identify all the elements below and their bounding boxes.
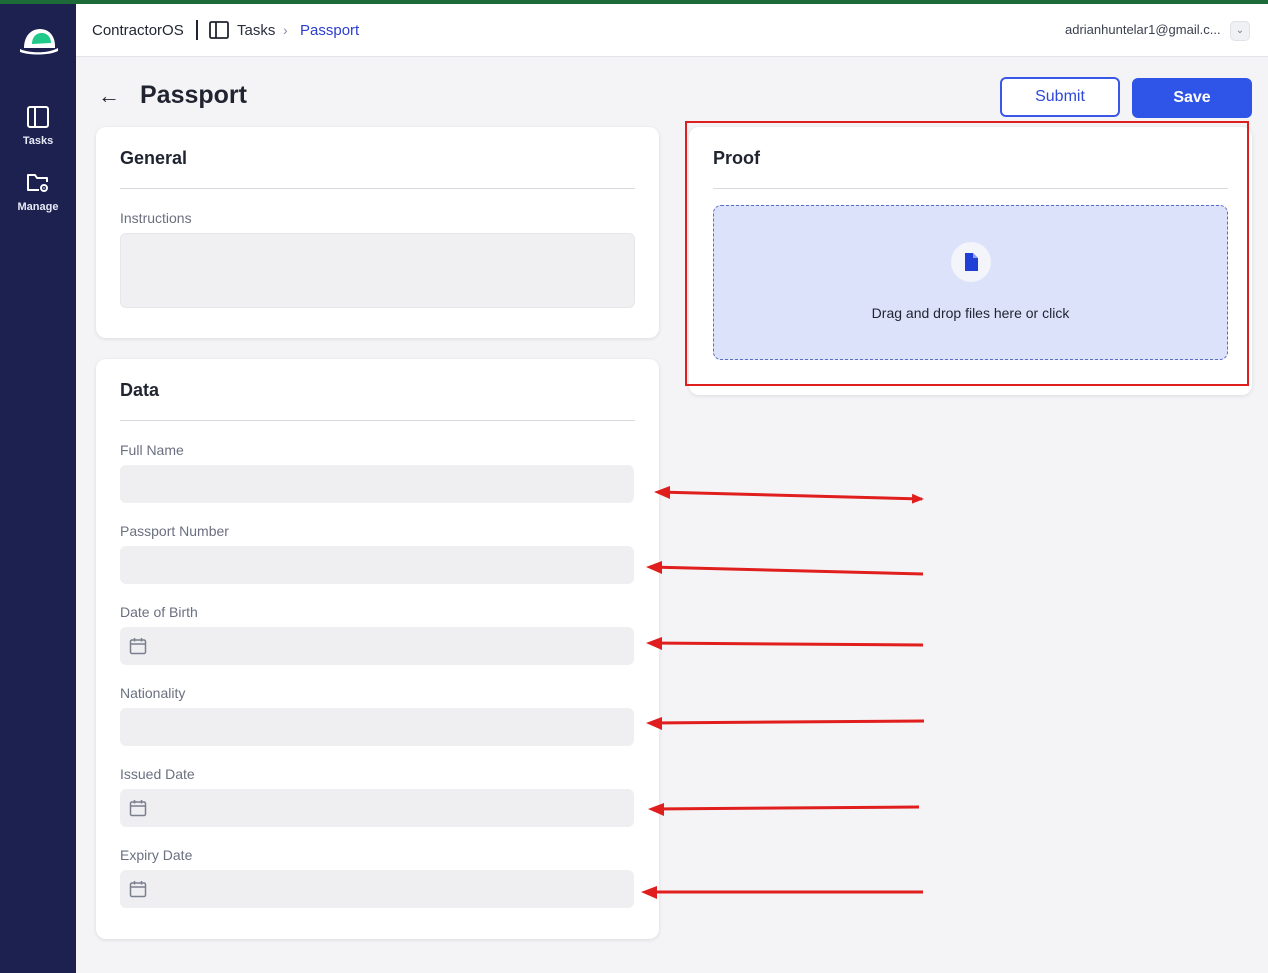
back-arrow-icon[interactable]: ←	[98, 84, 120, 108]
folder-settings-icon	[27, 174, 48, 192]
annotation-arrow	[649, 719, 925, 725]
calendar-icon[interactable]	[129, 637, 147, 655]
sidebar-item-label: Tasks	[22, 135, 54, 147]
divider	[120, 420, 635, 421]
annotation-arrow	[657, 490, 924, 504]
page-title: Passport	[140, 81, 247, 109]
annotation-arrow	[649, 565, 924, 576]
proof-card-title: Proof	[713, 148, 760, 168]
proof-card: Proof Drag and drop files here or click	[689, 127, 1252, 395]
annotation-arrow	[651, 805, 920, 811]
data-card: Data Full Name Passport Number Date of B…	[96, 359, 659, 939]
calendar-icon[interactable]	[129, 799, 147, 817]
passport-number-field[interactable]	[120, 546, 634, 584]
sidebar-item-label: Manage	[17, 201, 59, 213]
file-dropzone[interactable]: Drag and drop files here or click	[713, 205, 1228, 360]
general-card: General Instructions	[96, 127, 659, 338]
hard-hat-logo-icon[interactable]	[18, 24, 60, 56]
full-name-field[interactable]	[120, 465, 634, 503]
passport-number-label: Passport Number	[120, 523, 229, 539]
expiry-date-field[interactable]	[120, 870, 634, 908]
chevron-down-icon[interactable]: ⌄	[1230, 21, 1250, 41]
full-name-label: Full Name	[120, 442, 184, 458]
annotation-arrow	[649, 641, 924, 647]
issued-date-field[interactable]	[120, 789, 634, 827]
breadcrumb-tasks-link[interactable]: Tasks	[237, 22, 275, 39]
date-of-birth-label: Date of Birth	[120, 604, 198, 620]
file-upload-badge	[951, 242, 991, 282]
top-bar: ContractorOS Tasks › Passport adrianhunt…	[76, 4, 1268, 57]
document-icon	[965, 253, 978, 271]
chevron-right-icon: ›	[283, 22, 288, 38]
brand-separator	[196, 20, 198, 40]
sidebar-item-manage[interactable]: Manage	[0, 170, 76, 213]
sidebar: Tasks Manage	[0, 4, 76, 973]
general-card-title: General	[120, 148, 188, 168]
nationality-label: Nationality	[120, 685, 186, 701]
instructions-label: Instructions	[120, 210, 192, 226]
sidebar-item-tasks[interactable]: Tasks	[0, 104, 76, 147]
calendar-icon[interactable]	[129, 880, 147, 898]
user-email[interactable]: adrianhuntelar1@gmail.c...	[1065, 22, 1225, 37]
divider	[120, 188, 635, 189]
submit-button[interactable]: Submit	[1000, 77, 1120, 117]
nationality-field[interactable]	[120, 708, 634, 746]
divider	[713, 188, 1228, 189]
data-card-title: Data	[120, 380, 160, 400]
dropzone-text: Drag and drop files here or click	[871, 305, 1070, 321]
tasks-panel-icon	[27, 106, 49, 128]
issued-date-label: Issued Date	[120, 766, 195, 782]
tasks-panel-icon	[209, 21, 229, 39]
instructions-textarea[interactable]	[120, 233, 635, 308]
save-button[interactable]: Save	[1132, 78, 1252, 118]
brand-name[interactable]: ContractorOS	[92, 22, 184, 39]
date-of-birth-field[interactable]	[120, 627, 634, 665]
expiry-date-label: Expiry Date	[120, 847, 193, 863]
breadcrumb-current: Passport	[300, 22, 360, 39]
